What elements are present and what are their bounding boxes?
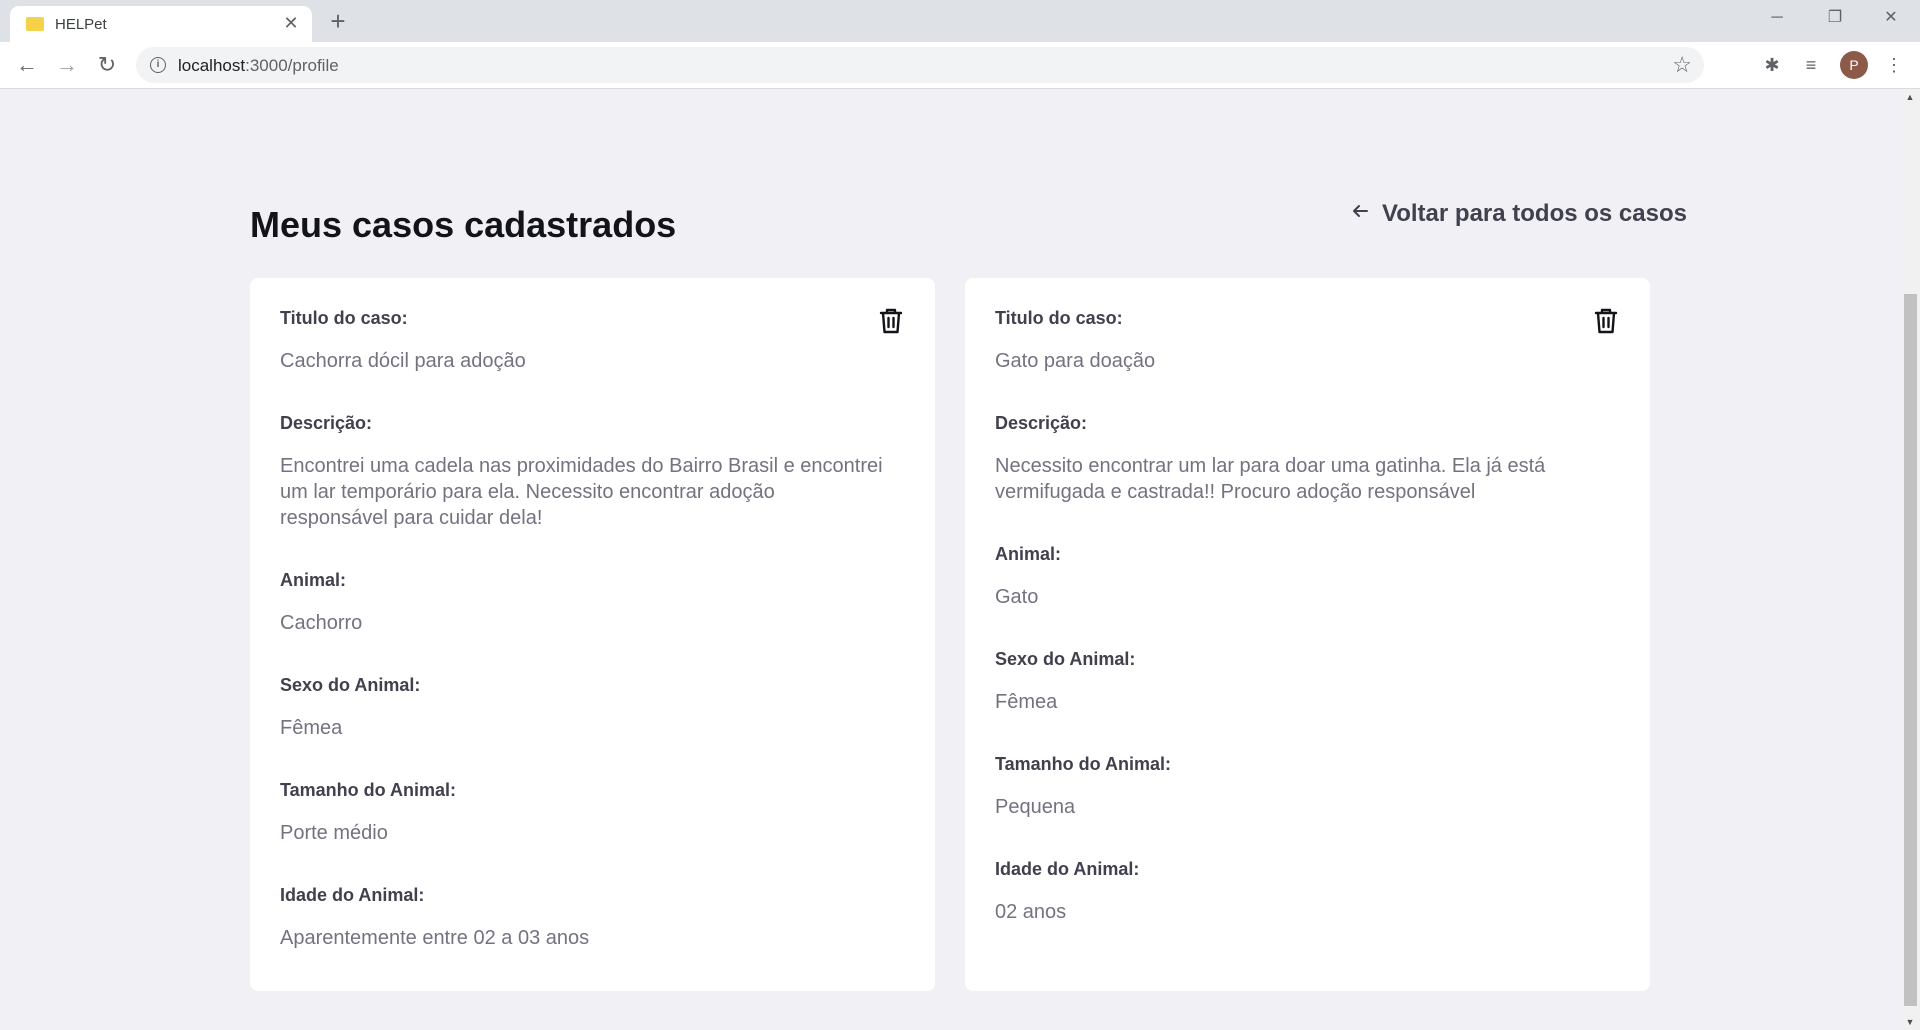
animal-label: Animal: bbox=[995, 544, 1062, 564]
url-host: localhost bbox=[178, 56, 246, 75]
menu-icon[interactable]: ⋮ bbox=[1879, 50, 1909, 80]
back-to-all-cases-link[interactable]: Voltar para todos os casos bbox=[1350, 200, 1687, 228]
size-value: Pequena bbox=[995, 796, 1076, 818]
profile-avatar[interactable]: P bbox=[1840, 51, 1868, 79]
favicon-icon bbox=[26, 17, 44, 31]
forward-button[interactable]: → bbox=[51, 49, 83, 81]
media-control-icon[interactable]: ≡ bbox=[1796, 50, 1826, 80]
description-label: Descrição: bbox=[280, 413, 373, 433]
close-window-button[interactable]: ✕ bbox=[1862, 0, 1920, 36]
case-fields: Titulo do caso: Cachorra dócil para adoç… bbox=[280, 307, 900, 989]
title-label: Titulo do caso: bbox=[280, 308, 408, 328]
url-text: localhost:3000/profile bbox=[178, 56, 339, 76]
case-card: Titulo do caso: Gato para doação Descriç… bbox=[965, 278, 1650, 991]
back-button[interactable]: ← bbox=[11, 49, 43, 81]
description-label: Descrição: bbox=[995, 413, 1088, 433]
age-label: Idade do Animal: bbox=[995, 859, 1140, 879]
extensions-icon[interactable]: ✱ bbox=[1757, 50, 1787, 80]
page-title: Meus casos cadastrados bbox=[250, 204, 677, 245]
age-value: 02 anos bbox=[995, 901, 1067, 923]
browser-toolbar: ← → ↻ i localhost:3000/profile ☆ ✱ ≡ P ⋮ bbox=[0, 42, 1920, 89]
description-value: Encontrei uma cadela nas proximidades do… bbox=[280, 455, 883, 529]
sex-label: Sexo do Animal: bbox=[280, 675, 421, 695]
arrow-left-icon bbox=[1350, 201, 1370, 227]
restore-button[interactable]: ❐ bbox=[1806, 0, 1864, 36]
minimize-button[interactable]: ─ bbox=[1748, 0, 1806, 36]
age-label: Idade do Animal: bbox=[280, 885, 425, 905]
back-link-label: Voltar para todos os casos bbox=[1382, 200, 1687, 227]
site-info-icon[interactable]: i bbox=[150, 57, 166, 73]
page-scrollbar[interactable]: ▲ ▼ bbox=[1900, 89, 1920, 1030]
url-path: :3000/profile bbox=[245, 56, 339, 75]
size-label: Tamanho do Animal: bbox=[995, 754, 1172, 774]
tab-title: HELPet bbox=[55, 16, 107, 33]
size-label: Tamanho do Animal: bbox=[280, 780, 457, 800]
animal-value: Cachorro bbox=[280, 612, 363, 634]
sex-value: Fêmea bbox=[280, 717, 343, 739]
age-value: Aparentemente entre 02 a 03 anos bbox=[280, 927, 590, 949]
scroll-up-arrow-icon[interactable]: ▲ bbox=[1900, 89, 1920, 105]
scrollbar-thumb[interactable] bbox=[1904, 294, 1917, 1006]
browser-tab[interactable]: HELPet ✕ bbox=[10, 6, 312, 42]
title-value: Gato para doação bbox=[995, 350, 1156, 372]
case-card: Titulo do caso: Cachorra dócil para adoç… bbox=[250, 278, 935, 991]
browser-tab-strip: HELPet ✕ + ─ ❐ ✕ bbox=[0, 0, 1920, 42]
description-value: Necessito encontrar um lar para doar uma… bbox=[995, 455, 1546, 503]
reload-button[interactable]: ↻ bbox=[91, 49, 123, 81]
case-fields: Titulo do caso: Gato para doação Descriç… bbox=[995, 307, 1615, 963]
title-label: Titulo do caso: bbox=[995, 308, 1123, 328]
bookmark-star-icon[interactable]: ☆ bbox=[1672, 52, 1692, 78]
new-tab-button[interactable]: + bbox=[323, 6, 353, 36]
scroll-down-arrow-icon[interactable]: ▼ bbox=[1900, 1014, 1920, 1030]
page-viewport: Meus casos cadastrados Voltar para todos… bbox=[0, 89, 1900, 1030]
address-bar[interactable]: i localhost:3000/profile ☆ bbox=[136, 47, 1704, 83]
close-tab-icon[interactable]: ✕ bbox=[280, 12, 302, 34]
animal-label: Animal: bbox=[280, 570, 347, 590]
animal-value: Gato bbox=[995, 586, 1039, 608]
size-value: Porte médio bbox=[280, 822, 388, 844]
title-value: Cachorra dócil para adoção bbox=[280, 350, 526, 372]
sex-label: Sexo do Animal: bbox=[995, 649, 1136, 669]
sex-value: Fêmea bbox=[995, 691, 1058, 713]
